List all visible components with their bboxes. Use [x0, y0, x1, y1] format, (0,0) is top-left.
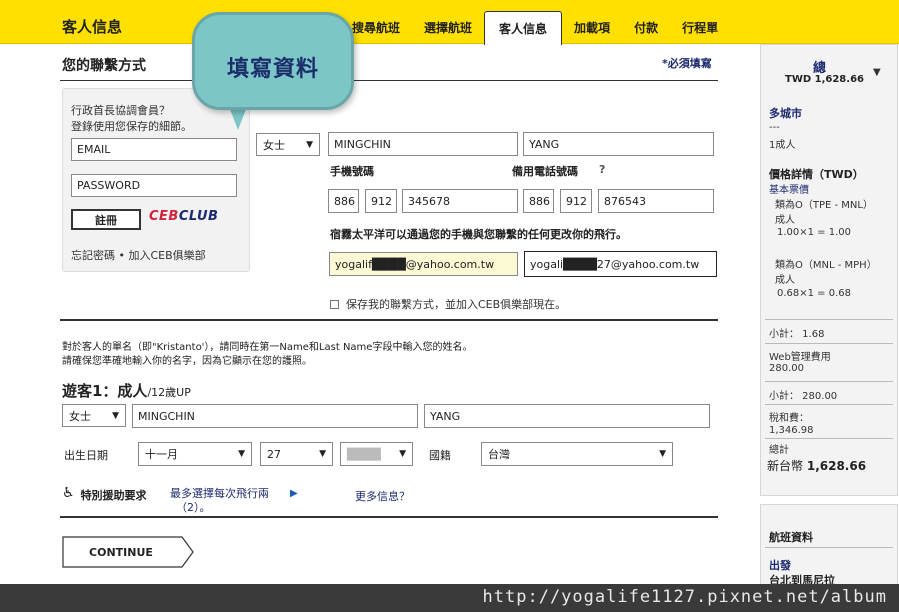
trip-dash: ---: [769, 122, 780, 133]
segment2-pax: 成人: [775, 275, 795, 286]
chevron-down-icon: ▼: [306, 139, 313, 150]
contact-section-title: 您的聯繫方式: [62, 58, 146, 74]
login-links[interactable]: 忘記密碼 • 加入CEB俱樂部: [71, 247, 206, 263]
required-note: *必須填寫: [662, 57, 712, 70]
dob-label: 出生日期: [64, 449, 108, 462]
web-fee-value: 280.00: [769, 363, 804, 374]
price-summary-panel: 總 TWD 1,628.66 ▼ 多城市 --- 1成人 價格詳情（TWD） 基…: [760, 44, 898, 496]
tax-value: 1,346.98: [769, 425, 814, 436]
passport-instruction: 請確保您準確地輸入你的名字，因為它顯示在您的護照。: [62, 356, 312, 367]
alt-number-input[interactable]: 876543: [598, 189, 714, 213]
tab-select-flights[interactable]: 選擇航班: [412, 11, 484, 44]
total-header-value: TWD 1,628.66: [785, 74, 864, 85]
assistance-select-link[interactable]: 最多選擇每次飛行兩 （2）。: [170, 487, 269, 515]
tab-payment[interactable]: 付款: [622, 11, 670, 44]
page-title: 客人信息: [62, 18, 123, 36]
email-input[interactable]: yogalif████@yahoo.com.tw: [329, 252, 518, 276]
mobile-number-input[interactable]: 345678: [402, 189, 518, 213]
dob-day-select[interactable]: 27 ▼: [260, 442, 333, 466]
login-password-input[interactable]: PASSWORD: [71, 174, 237, 197]
divider: [60, 319, 718, 321]
passenger-title: 遊客1：成人/12歲UP: [62, 382, 191, 400]
base-fare-label: 基本票價: [769, 185, 809, 196]
tax-label: 稅和費：: [769, 413, 809, 424]
divider: [765, 404, 893, 405]
watermark-text: http://yogalife1127.pixnet.net/album: [482, 587, 887, 607]
grand-total: 新台幣 1,628.66: [767, 459, 867, 473]
passenger-count: 1成人: [769, 140, 796, 151]
alt-area-code-input[interactable]: 912: [560, 189, 592, 213]
chevron-down-icon: ▼: [238, 449, 245, 459]
mobile-area-code-input[interactable]: 912: [365, 189, 397, 213]
chevron-down-icon: ▼: [659, 449, 666, 459]
callout-bubble: 填寫資料: [192, 12, 354, 110]
alt-phone-label: 備用電話號碼: [512, 165, 578, 178]
segment2-route: 類為O（MNL - MPH）: [775, 260, 877, 271]
divider: [765, 343, 893, 344]
progress-tabs: 搜尋航班 選擇航班 客人信息 加載項 付款 行程單: [340, 10, 730, 45]
contact-last-name-input[interactable]: YANG: [523, 132, 714, 156]
top-nav-bar: 客人信息 搜尋航班 選擇航班 客人信息 加載項 付款 行程單: [0, 0, 899, 45]
divider: [765, 319, 893, 320]
name-instruction: 對於客人的單名（即"Kristanto'），請同時在第一Name和Last Na…: [62, 342, 473, 353]
segment2-calc: 0.68×1 = 0.68: [777, 288, 852, 299]
save-contact-label: 保存我的聯繫方式，並加入CEB俱樂部現在。: [346, 298, 567, 311]
alt-country-code-input[interactable]: 886: [523, 189, 554, 213]
trip-type: 多城市: [769, 107, 802, 120]
tab-add-ons[interactable]: 加載項: [562, 11, 622, 44]
web-fee-label: Web管理費用: [769, 352, 831, 363]
segment1-pax: 成人: [775, 215, 795, 226]
flight-info-panel: 航班資料 出發 台北到馬尼拉: [760, 504, 898, 594]
special-assistance: ♿ 特別援助要求: [62, 485, 147, 503]
save-contact-row[interactable]: 保存我的聯繫方式，並加入CEB俱樂部現在。: [330, 296, 566, 312]
confirm-email-input[interactable]: yogali████27@yahoo.com.tw: [524, 251, 717, 277]
wheelchair-icon: ♿: [62, 485, 75, 501]
contact-notice: 宿霧太平洋可以通過您的手機與您聯繫的任何更改你的飛行。: [330, 228, 627, 241]
grand-total-label: 總計: [769, 445, 789, 456]
subtotal-fee: 小計： 280.00: [769, 391, 838, 402]
divider: [60, 516, 718, 518]
tab-guest-info[interactable]: 客人信息: [484, 11, 563, 45]
subtotal-fare: 小計： 1.68: [769, 329, 825, 340]
tab-itinerary[interactable]: 行程單: [670, 11, 730, 44]
divider: [765, 547, 893, 548]
contact-first-name-input[interactable]: MINGCHIN: [328, 132, 518, 156]
login-button[interactable]: 註冊: [71, 209, 141, 230]
depart-label: 出發: [769, 559, 791, 572]
mobile-label: 手機號碼: [330, 165, 374, 178]
login-email-input[interactable]: EMAIL: [71, 138, 237, 161]
special-assistance-title: 特別援助要求: [80, 489, 147, 502]
segment1-calc: 1.00×1 = 1.00: [777, 227, 852, 238]
mobile-country-code-input[interactable]: 886: [328, 189, 359, 213]
passenger-last-name-input[interactable]: YANG: [424, 404, 710, 428]
dob-month-select[interactable]: 十一月 ▼: [138, 442, 252, 466]
save-contact-checkbox[interactable]: [330, 299, 339, 309]
play-icon[interactable]: ▶: [290, 488, 298, 499]
divider: [60, 80, 718, 81]
continue-label: CONTINUE: [89, 545, 153, 559]
dob-year-select[interactable]: ████ ▼: [340, 442, 413, 466]
nationality-label: 國籍: [429, 449, 451, 462]
price-details-title: 價格詳情（TWD）: [769, 168, 864, 181]
chevron-down-icon: ▼: [319, 449, 326, 459]
passenger-title-select[interactable]: 女士 ▼: [62, 404, 126, 427]
chevron-down-icon: ▼: [399, 449, 406, 459]
divider: [765, 438, 893, 439]
nationality-select[interactable]: 台灣 ▼: [481, 442, 673, 466]
cebclub-logo: CEBCLUB: [149, 209, 219, 224]
passenger-first-name-input[interactable]: MINGCHIN: [132, 404, 418, 428]
flight-info-title: 航班資料: [769, 531, 813, 544]
more-info-link[interactable]: 更多信息？: [355, 488, 410, 504]
callout-text: 填寫資料: [226, 57, 319, 82]
continue-button[interactable]: CONTINUE: [62, 536, 194, 568]
chevron-down-icon: ▼: [112, 410, 119, 421]
segment1-route: 類為O（TPE - MNL）: [775, 200, 873, 211]
divider: [765, 381, 893, 382]
member-login-box: 行政首長協調會員？ 登錄使用您保存的細節。 EMAIL PASSWORD 註冊 …: [62, 88, 250, 272]
contact-title-select[interactable]: 女士 ▼: [256, 133, 320, 156]
help-icon[interactable]: ?: [599, 163, 605, 176]
collapse-icon[interactable]: ▼: [873, 67, 881, 78]
